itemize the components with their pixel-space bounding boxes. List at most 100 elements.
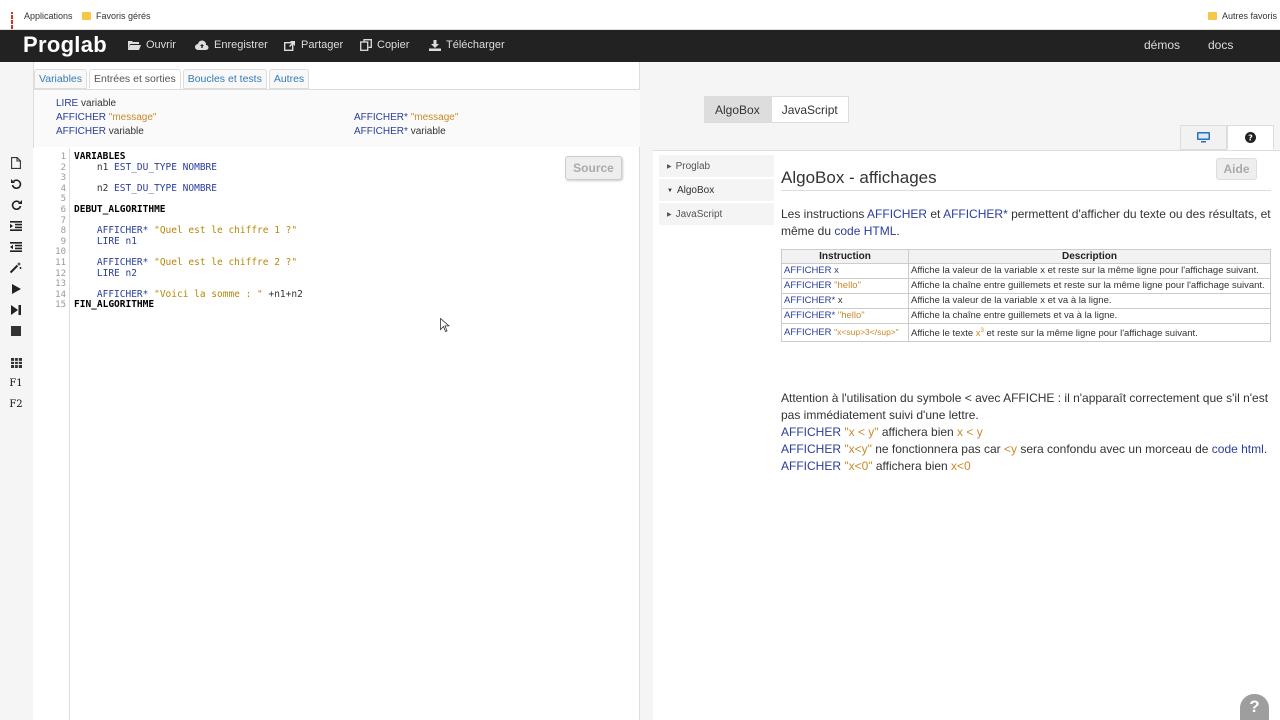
snippet-afficher-variable[interactable]: AFFICHER variable [56, 126, 144, 137]
line-number: 4 [60, 183, 66, 194]
code-line[interactable]: FIN_ALGORITHME [74, 300, 303, 311]
open-label: Ouvrir [146, 39, 176, 51]
table-cell: AFFICHER "hello" [781, 278, 909, 294]
play-icon [12, 283, 21, 294]
download-button[interactable]: Télécharger [429, 39, 505, 51]
side-item-javascript[interactable]: ▶ JavaScript [659, 203, 774, 227]
save-button[interactable]: Enregistrer [195, 39, 268, 51]
table-cell: Affiche la chaîne entre guillemets et va… [908, 308, 1271, 324]
tab-autres[interactable]: Autres [268, 69, 310, 89]
code-line[interactable]: LIRE n1 [74, 236, 303, 248]
undo-button[interactable] [5, 173, 27, 194]
undo-icon [10, 179, 21, 189]
tab-entrees-sorties[interactable]: Entrées et sorties [89, 69, 181, 89]
code-line[interactable]: DEBUT_ALGORITHME [74, 204, 303, 216]
warning-paragraph: Attention à l'utilisation du symbole < a… [781, 391, 1269, 422]
text: sera confondu avec un morceau de [1016, 442, 1212, 456]
side-item-label: Proglab [675, 161, 711, 172]
line-number: 11 [55, 258, 66, 268]
folder-open-icon [128, 40, 141, 50]
intro-paragraph: Les instructions AFFICHER et AFFICHER* p… [781, 206, 1271, 240]
caret-right-icon: ▶ [667, 212, 672, 218]
cloud-upload-icon [195, 40, 209, 50]
line-number: 14 [55, 289, 66, 300]
question-circle-icon: ? [1245, 132, 1256, 143]
line-number: 9 [60, 236, 66, 247]
code-html-link[interactable]: code html [1212, 442, 1264, 456]
file-icon [11, 156, 21, 169]
code-html-link[interactable]: code HTML [834, 224, 896, 238]
tab-display[interactable] [1180, 125, 1227, 150]
bookmark-autres-favoris[interactable]: Autres favoris [1208, 11, 1277, 21]
format-button[interactable] [5, 257, 27, 278]
svg-text:?: ? [1248, 133, 1253, 142]
bookmark-favoris-geres[interactable]: Favoris gérés [82, 11, 151, 21]
outdent-button[interactable] [5, 236, 27, 257]
indent-button[interactable] [5, 215, 27, 236]
f1-button[interactable]: F1 [5, 373, 27, 394]
bookmark-favoris-label: Favoris gérés [96, 11, 151, 21]
save-label: Enregistrer [214, 39, 268, 51]
keyword: AFFICHER [867, 207, 928, 221]
step-button[interactable] [5, 299, 27, 320]
line-number: 12 [55, 268, 66, 279]
code-line[interactable]: n1 EST_DU_TYPE NOMBRE [74, 162, 303, 174]
text: Les instructions [781, 207, 868, 221]
tab-boucles-tests[interactable]: Boucles et tests [182, 69, 267, 89]
share-label: Partager [301, 39, 344, 51]
download-icon [429, 39, 441, 51]
code-line[interactable]: n2 EST_DU_TYPE NOMBRE [74, 183, 303, 195]
tab-javascript[interactable]: JavaScript [770, 96, 849, 123]
table-row: AFFICHER "x<sup>3</sup>" Affiche le text… [781, 322, 1271, 343]
stop-icon [11, 325, 21, 336]
brand-logo[interactable]: Proglab [23, 32, 107, 58]
splitter[interactable] [640, 62, 653, 720]
folder-icon [82, 12, 91, 20]
run-button[interactable] [5, 278, 27, 299]
docs-link[interactable]: docs [1208, 38, 1233, 52]
code-editor[interactable]: 1 2 3 4 5 6 7 8 9 10 11 12 13 14 15 VARI… [33, 148, 639, 720]
snippet-afficher-star-variable[interactable]: AFFICHER* variable [354, 126, 446, 137]
tab-algobox[interactable]: AlgoBox [704, 96, 771, 123]
text: et [927, 207, 944, 221]
code-line[interactable]: LIRE n2 [74, 268, 303, 280]
new-file-button[interactable] [5, 152, 27, 173]
source-button[interactable]: Source [565, 156, 622, 180]
share-button[interactable]: Partager [284, 39, 343, 51]
navbar: Proglab Ouvrir Enregistrer Partager Copi… [0, 30, 1280, 62]
line-number: 13 [55, 279, 66, 290]
bookmark-apps[interactable]: Applications [10, 11, 73, 34]
side-item-proglab[interactable]: ▶ Proglab [659, 155, 774, 179]
snippet-keyword: AFFICHER* [354, 126, 408, 137]
redo-icon [11, 200, 22, 210]
side-item-algobox[interactable]: ▼ AlgoBox [659, 179, 774, 203]
outdent-icon [10, 241, 22, 252]
arg: "x<sup>3</sup>" [834, 327, 899, 338]
arg: "x<0" [844, 459, 873, 473]
snippet-panel: LIRE variable AFFICHER "message" AFFICHE… [34, 89, 640, 147]
open-button[interactable]: Ouvrir [128, 39, 176, 51]
tab-help[interactable]: ? [1227, 125, 1274, 150]
demos-link[interactable]: démos [1144, 38, 1180, 52]
f2-button[interactable]: F2 [5, 394, 27, 415]
table-button[interactable] [5, 352, 27, 373]
text: . [896, 224, 900, 238]
copy-button[interactable]: Copier [360, 39, 409, 51]
snippet-afficher-star-message[interactable]: AFFICHER* "message" [354, 112, 458, 123]
snippet-lire[interactable]: LIRE variable [56, 98, 116, 109]
copy-icon [360, 39, 372, 51]
help-fab-button[interactable]: ? [1240, 694, 1269, 720]
table-header-row: Instruction Description [781, 249, 1271, 264]
code-content[interactable]: VARIABLES n1 EST_DU_TYPE NOMBRE n2 EST_D… [74, 151, 303, 311]
aide-button[interactable]: Aide [1216, 158, 1257, 180]
snippet-keyword: AFFICHER [56, 126, 106, 137]
snippet-tabs: Variables Entrées et sorties Boucles et … [34, 69, 310, 89]
stop-button[interactable] [5, 320, 27, 341]
snippet-afficher-message[interactable]: AFFICHER "message" [56, 112, 156, 123]
redo-button[interactable] [5, 194, 27, 215]
caret-right-icon: ▶ [667, 164, 672, 170]
keyword: AFFICHER [784, 265, 832, 276]
tab-variables[interactable]: Variables [34, 69, 87, 89]
snippet-arg: variable [81, 98, 117, 109]
folder-icon [1208, 12, 1217, 20]
